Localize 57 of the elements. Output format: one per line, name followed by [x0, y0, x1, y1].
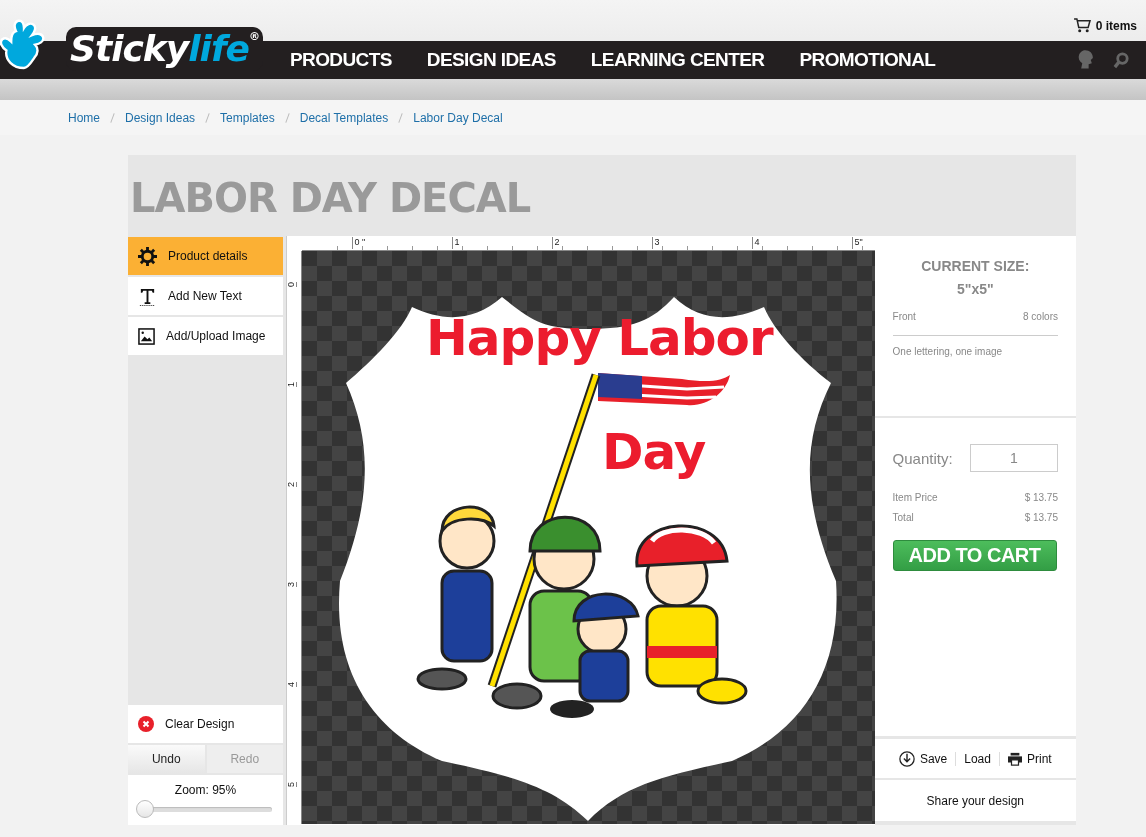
decal-headline: Day [601, 423, 705, 481]
quantity-label: Quantity: [892, 449, 953, 467]
slider-thumb[interactable] [135, 800, 154, 818]
ruler-label: 3 [285, 582, 297, 587]
cart-icon [1072, 18, 1092, 33]
breadcrumb-link[interactable]: Design Ideas [125, 110, 196, 125]
action-link[interactable]: Save [898, 750, 948, 767]
zoom-label: Zoom: 95% [174, 783, 237, 797]
side-label: Front [892, 311, 916, 322]
ruler-label: 1 [451, 237, 460, 249]
total-label: Total [892, 512, 914, 523]
ruler-label: 5 [285, 782, 297, 787]
price-label: Item Price [892, 492, 938, 503]
tool-button[interactable]: Add New Text [128, 277, 283, 315]
ruler-label: 0 " [351, 237, 366, 249]
download-icon [898, 750, 915, 767]
ruler-label: 3 [651, 237, 660, 249]
search-icon[interactable] [1113, 51, 1130, 69]
page-title: LABOR DAY DECAL [130, 173, 531, 221]
settings-icon [138, 246, 157, 266]
design-summary: One lettering, one image [892, 346, 1004, 357]
breadcrumb-link[interactable]: Templates [220, 110, 275, 125]
quantity-field[interactable]: 1 [970, 444, 1058, 472]
ruler-label: 4 [751, 237, 760, 249]
cart-link[interactable]: 0 items [1072, 18, 1137, 33]
breadcrumb-link[interactable]: Labor Day Decal [413, 110, 503, 125]
decal-headline: Happy Labor [425, 309, 773, 367]
color-count: 8 colors [1023, 311, 1058, 322]
clear-design-button[interactable]: Clear Design [128, 705, 283, 743]
nav-link[interactable]: DESIGN IDEAS [426, 49, 556, 71]
site-logo[interactable]: Stickylife$^{®}$ [66, 27, 263, 71]
profile-silhouette-icon[interactable] [1078, 49, 1095, 71]
ruler-label: 1 [285, 382, 297, 387]
tool-button[interactable]: Add/Upload Image [128, 317, 283, 355]
nav-link[interactable]: LEARNING CENTER [590, 49, 765, 71]
size-value: 5"x5" [955, 281, 995, 297]
ruler-label: 0 [285, 282, 297, 287]
breadcrumb-link[interactable]: Home [68, 110, 100, 125]
nav-link[interactable]: PRODUCTS [290, 49, 392, 71]
ruler-label: 2 [551, 237, 560, 249]
size-heading: CURRENT SIZE: [920, 258, 1031, 274]
print-icon [1007, 751, 1022, 766]
image-icon [138, 327, 155, 345]
close-icon [138, 716, 154, 732]
ruler-label: 4 [285, 682, 297, 687]
text-tool-icon [138, 286, 157, 306]
total-value: $ 13.75 [1024, 512, 1058, 523]
share-link[interactable]: Share your design [874, 780, 1076, 821]
action-link[interactable]: Load [964, 751, 991, 766]
breadcrumb-link[interactable]: Decal Templates [299, 110, 389, 125]
nav-link[interactable]: PROMOTIONAL [799, 49, 936, 71]
tool-button[interactable]: Product details [128, 237, 283, 275]
price-value: $ 13.75 [1024, 492, 1058, 503]
ruler-label: 5" [851, 237, 863, 249]
design-canvas[interactable]: Happy Labor Day [301, 251, 875, 824]
ruler-label: 2 [285, 482, 297, 487]
action-link[interactable]: Print [1007, 751, 1052, 766]
